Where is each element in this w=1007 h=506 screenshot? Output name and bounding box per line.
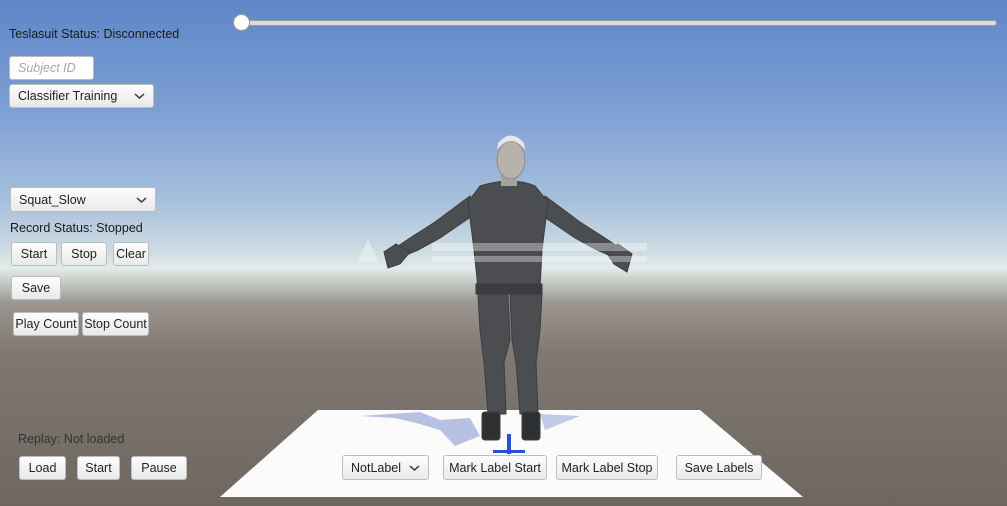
scene-viewport bbox=[220, 135, 803, 497]
save-labels-button[interactable]: Save Labels bbox=[676, 455, 762, 480]
label-dropdown[interactable]: NotLabel bbox=[342, 455, 429, 480]
teslasuit-status-label: Teslasuit Status: Disconnected bbox=[9, 27, 180, 41]
replay-start-button[interactable]: Start bbox=[77, 456, 120, 480]
record-status-label: Record Status: Stopped bbox=[10, 221, 143, 235]
stop-count-button[interactable]: Stop Count bbox=[82, 312, 149, 336]
record-save-button[interactable]: Save bbox=[11, 276, 61, 300]
chevron-down-icon bbox=[136, 196, 147, 203]
chevron-down-icon bbox=[409, 464, 420, 471]
exercise-dropdown-value: Squat_Slow bbox=[19, 192, 86, 207]
record-stop-button[interactable]: Stop bbox=[61, 242, 107, 266]
play-count-button[interactable]: Play Count bbox=[13, 312, 79, 336]
label-dropdown-value: NotLabel bbox=[351, 460, 402, 475]
replay-load-button[interactable]: Load bbox=[19, 456, 66, 480]
record-clear-button[interactable]: Clear bbox=[113, 242, 149, 266]
replay-status-label: Replay: Not loaded bbox=[18, 432, 125, 446]
mark-label-stop-button[interactable]: Mark Label Stop bbox=[556, 455, 658, 480]
record-start-button[interactable]: Start bbox=[11, 242, 57, 266]
mode-dropdown-value: Classifier Training bbox=[18, 89, 118, 103]
replay-pause-button[interactable]: Pause bbox=[131, 456, 187, 480]
subject-id-input[interactable] bbox=[9, 56, 94, 80]
mode-dropdown[interactable]: Classifier Training bbox=[9, 84, 154, 108]
floor-plane bbox=[220, 410, 803, 497]
avatar-character bbox=[383, 135, 633, 441]
exercise-dropdown[interactable]: Squat_Slow bbox=[10, 187, 156, 212]
mark-label-start-button[interactable]: Mark Label Start bbox=[443, 455, 547, 480]
chevron-down-icon bbox=[134, 93, 145, 100]
